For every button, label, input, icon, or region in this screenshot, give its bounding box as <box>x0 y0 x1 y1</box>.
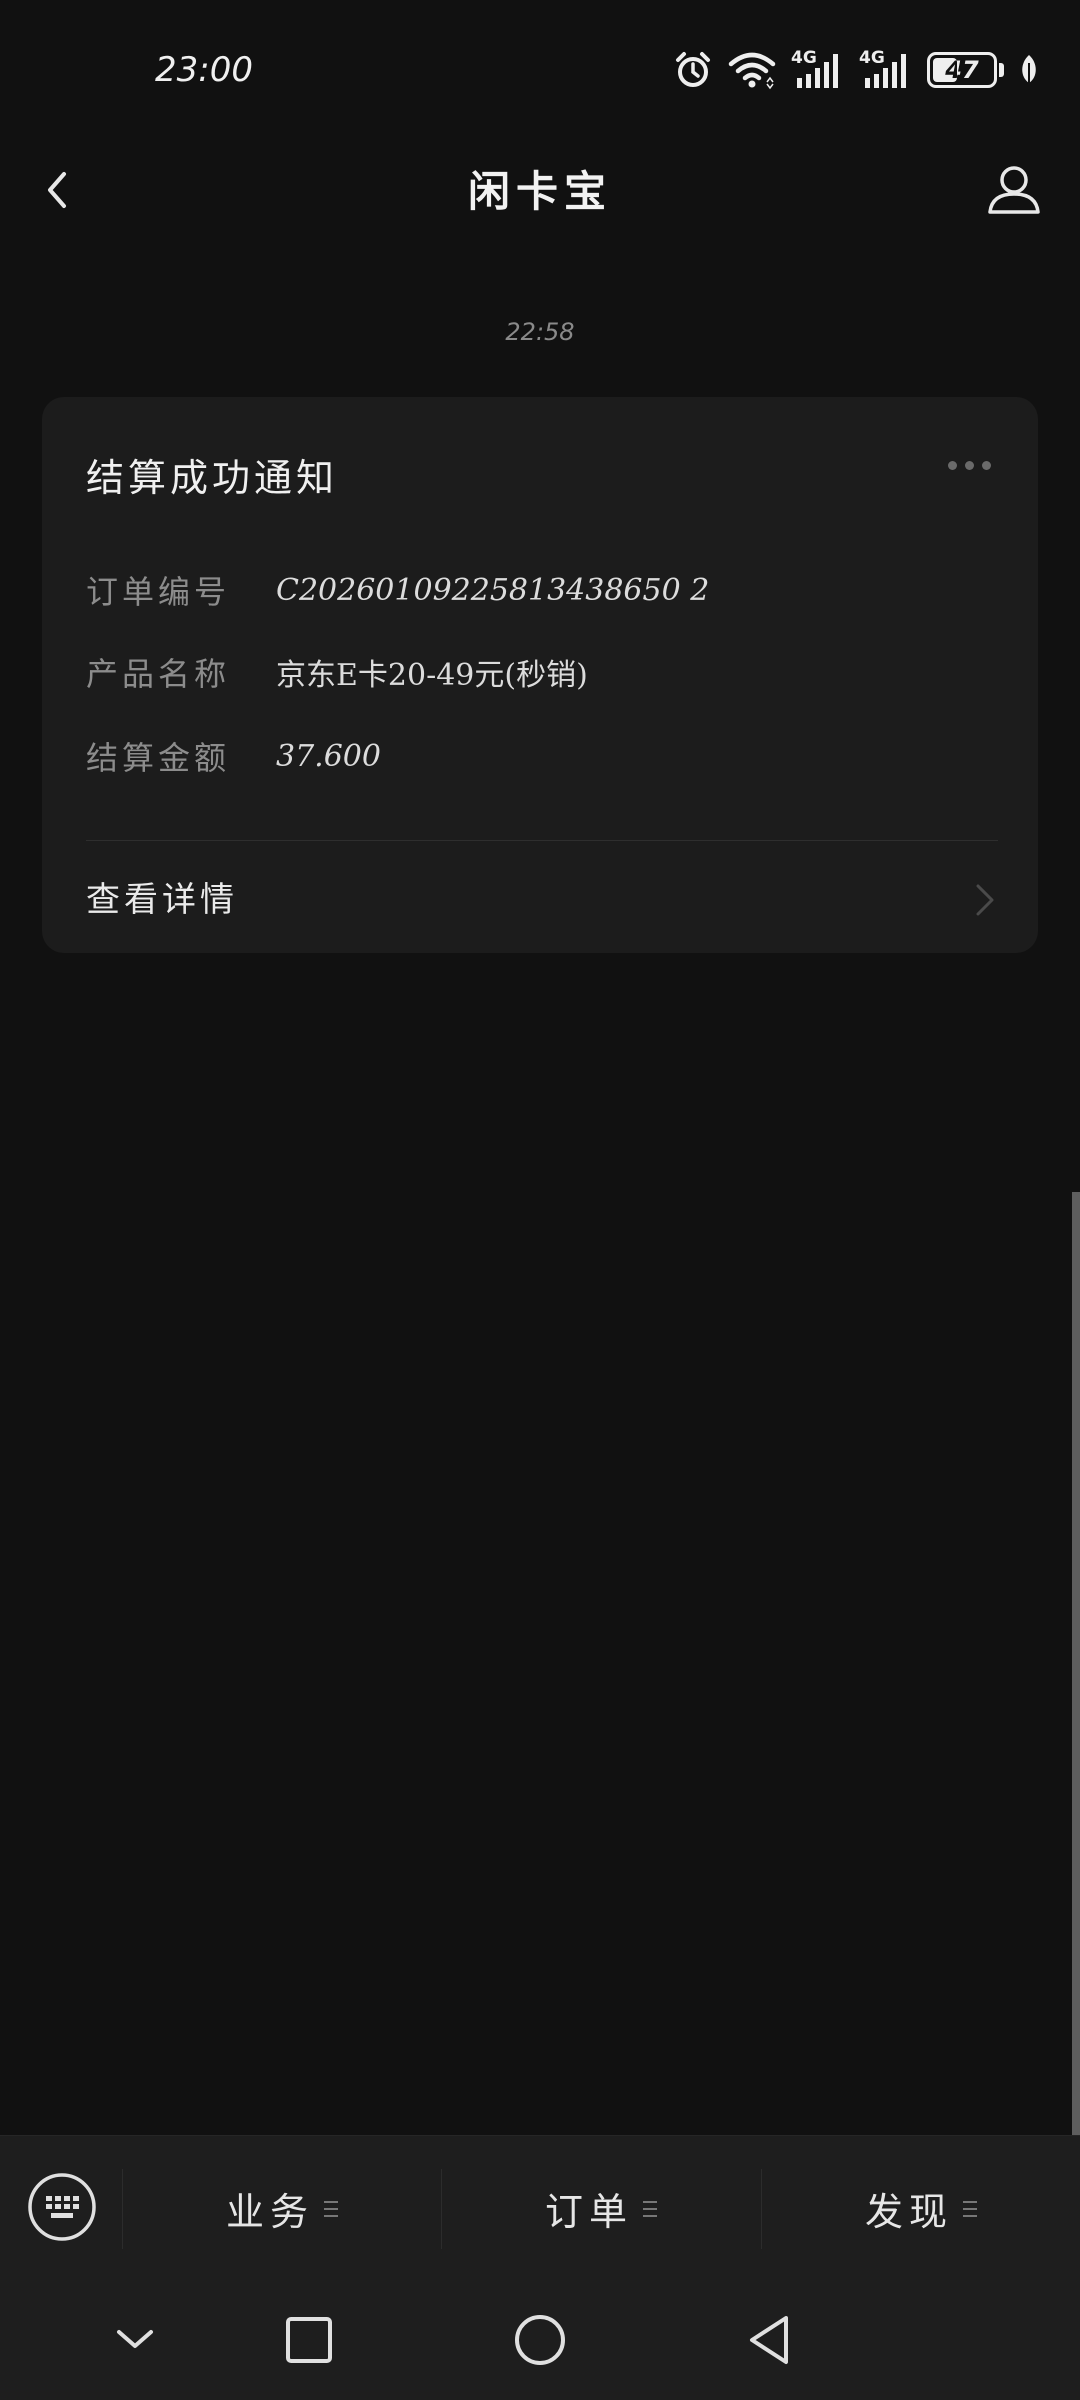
battery-icon: 47 <box>927 52 997 88</box>
more-dot <box>948 460 957 470</box>
field-settlement-amount: 结算金额 37.600 <box>86 731 381 781</box>
nav-back-button[interactable] <box>740 2310 800 2370</box>
keyboard-icon <box>28 2173 96 2241</box>
field-value: 京东E卡20-49元(秒销) <box>276 658 588 693</box>
battery-percent: 47 <box>945 56 979 84</box>
chevron-right-icon <box>976 884 994 916</box>
view-details-label: 查看详情 <box>86 880 238 920</box>
submenu-lines-icon <box>643 2200 657 2217</box>
keyboard-toggle-button[interactable] <box>27 2172 97 2242</box>
menu-tab-business[interactable]: 业务 <box>123 2136 441 2281</box>
battery-cap <box>999 63 1004 77</box>
menu-tab-discover[interactable]: 发现 <box>762 2136 1080 2281</box>
message-timestamp: 22:58 <box>505 318 575 346</box>
profile-button[interactable] <box>982 158 1046 222</box>
field-value: C20260109225813438650 2 <box>276 572 710 608</box>
alarm-icon <box>673 50 713 90</box>
field-order-number: 订单编号 C20260109225813438650 2 <box>86 565 709 615</box>
status-time: 23:00 <box>155 50 253 90</box>
signal-icon-1: 4G <box>791 48 845 90</box>
more-dot <box>982 460 991 470</box>
status-bar: 23:00 4G 4G 47 <box>0 0 1080 140</box>
nav-collapse-button[interactable] <box>105 2310 165 2370</box>
submenu-lines-icon <box>963 2200 977 2217</box>
battery-indicator: 47 <box>927 52 1004 88</box>
nav-recents-button[interactable] <box>279 2310 339 2370</box>
menu-tab-orders[interactable]: 订单 <box>442 2136 760 2281</box>
card-title: 结算成功通知 <box>86 456 339 500</box>
square-icon <box>286 2317 332 2363</box>
triangle-back-icon <box>750 2316 788 2364</box>
submenu-lines-icon <box>324 2200 338 2217</box>
view-details-button[interactable]: 查看详情 <box>42 842 1038 953</box>
circle-icon <box>515 2315 565 2365</box>
user-icon <box>988 166 1040 214</box>
signal-icon-2: 4G <box>859 48 913 90</box>
leaf-icon <box>1018 53 1040 87</box>
wifi-icon <box>727 50 777 90</box>
field-value: 37.600 <box>276 738 381 774</box>
more-dot <box>965 460 974 470</box>
menu-tab-label: 业务 <box>225 2190 314 2234</box>
nav-home-button[interactable] <box>510 2310 570 2370</box>
field-label: 订单编号 <box>86 573 231 611</box>
system-nav-bar <box>0 2280 1080 2400</box>
notification-card: 结算成功通知 订单编号 C20260109225813438650 2 产品名称… <box>42 397 1038 953</box>
field-product-name: 产品名称 京东E卡20-49元(秒销) <box>86 647 588 697</box>
header: 闲卡宝 <box>0 140 1080 240</box>
status-icons: 4G 4G 47 <box>673 48 1040 92</box>
chevron-down-icon <box>117 2330 153 2348</box>
scrollbar[interactable] <box>1072 1192 1080 2135</box>
menu-tab-label: 发现 <box>864 2190 953 2234</box>
card-divider <box>86 840 998 841</box>
field-label: 产品名称 <box>86 655 231 693</box>
bottom-menu: 业务 订单 发现 <box>0 2135 1080 2281</box>
field-label: 结算金额 <box>86 739 231 777</box>
menu-tab-label: 订单 <box>544 2190 633 2234</box>
page-title: 闲卡宝 <box>467 167 612 216</box>
more-options-button[interactable] <box>948 455 998 475</box>
